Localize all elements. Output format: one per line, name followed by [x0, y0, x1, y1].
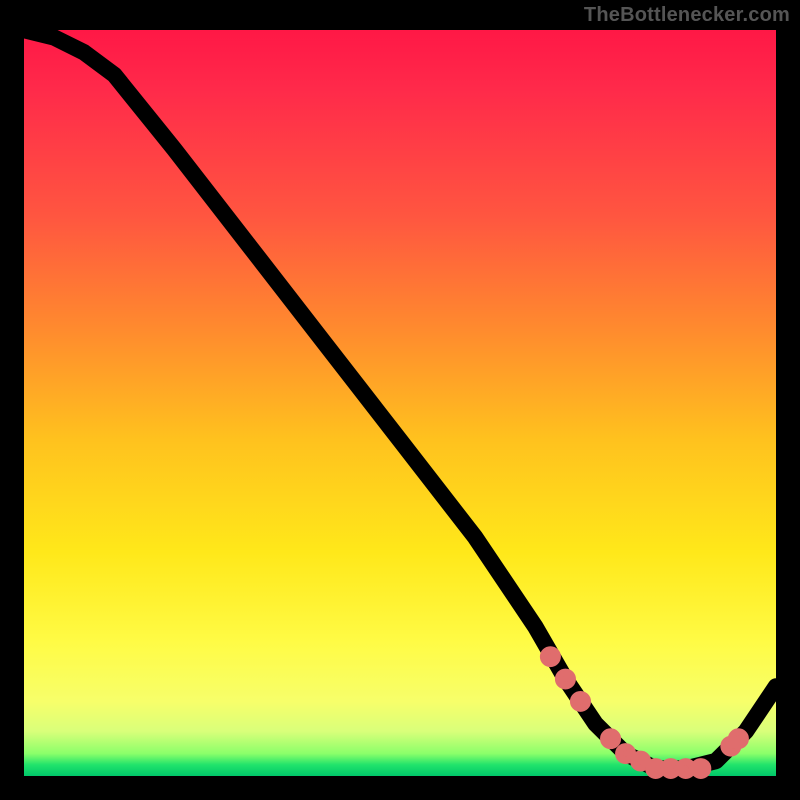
highlight-dot [604, 732, 618, 745]
bottleneck-curve-line [24, 30, 776, 769]
chart-frame: TheBottlenecker.com [0, 0, 800, 800]
highlight-dot [559, 672, 573, 685]
highlight-dot [544, 650, 558, 663]
highlight-dot [634, 754, 648, 767]
plot-area [24, 30, 776, 776]
curve-svg [24, 30, 776, 776]
highlight-dot [732, 732, 746, 745]
highlight-dot [574, 695, 588, 708]
watermark-text: TheBottlenecker.com [584, 4, 790, 27]
highlight-dot [619, 747, 633, 760]
highlight-dot [694, 762, 708, 775]
